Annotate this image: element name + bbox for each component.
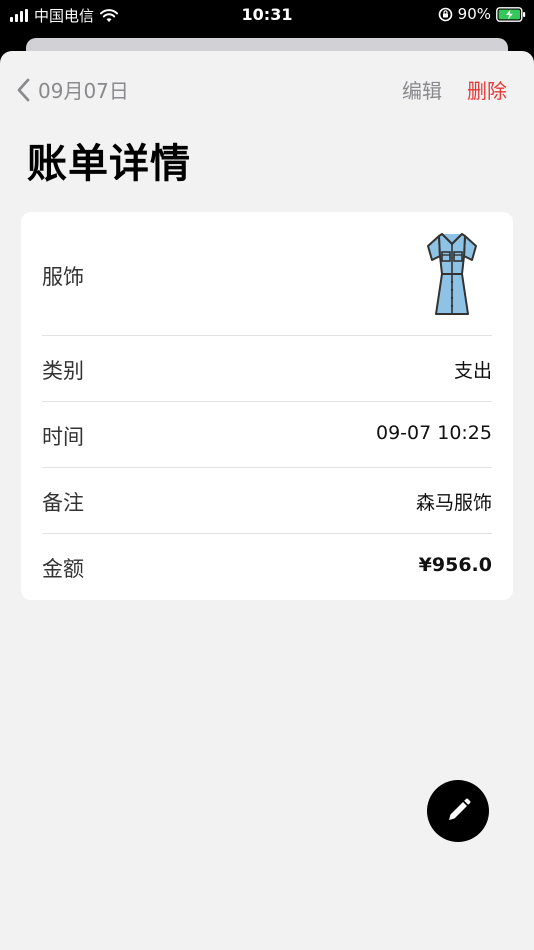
row-label: 备注 — [42, 491, 84, 515]
type-row: 类别 支出 — [42, 336, 492, 402]
pencil-icon — [449, 798, 471, 820]
status-right: 90% — [438, 5, 526, 23]
row-label: 类别 — [42, 359, 84, 383]
battery-charging-icon — [496, 6, 526, 22]
page-title: 账单详情 — [27, 141, 191, 187]
amount-row: 金额 ¥956.0 — [42, 534, 492, 600]
back-button[interactable]: 09月07日 — [16, 75, 129, 104]
amount-value: ¥956.0 — [418, 554, 492, 576]
note-value: 森马服饰 — [415, 492, 492, 514]
row-label: 时间 — [42, 425, 84, 449]
category-row: 服饰 — [42, 212, 492, 336]
battery-percent: 90% — [457, 5, 491, 23]
chevron-left-icon — [17, 78, 30, 101]
rotation-lock-icon — [438, 7, 452, 21]
edit-fab-button[interactable] — [427, 780, 489, 842]
type-value: 支出 — [453, 360, 492, 382]
detail-card: 服饰 类别 支出 时间 09-07 10:25 备注 森马服饰 金额 ¥956.… — [21, 212, 513, 600]
dress-icon — [427, 233, 477, 315]
time-value: 09-07 10:25 — [375, 422, 492, 444]
back-date-label: 09月07日 — [38, 79, 129, 103]
edit-button[interactable]: 编辑 — [402, 75, 442, 104]
category-label: 服饰 — [42, 265, 84, 289]
note-row: 备注 森马服饰 — [42, 468, 492, 534]
row-label: 金额 — [42, 557, 84, 581]
status-bar: 中国电信 10:31 90% — [0, 0, 534, 30]
time-row: 时间 09-07 10:25 — [42, 402, 492, 468]
bill-detail-sheet: 09月07日 编辑 删除 账单详情 服饰 类别 支出 时间 09-07 10:2… — [0, 51, 534, 950]
delete-button[interactable]: 删除 — [467, 75, 507, 104]
